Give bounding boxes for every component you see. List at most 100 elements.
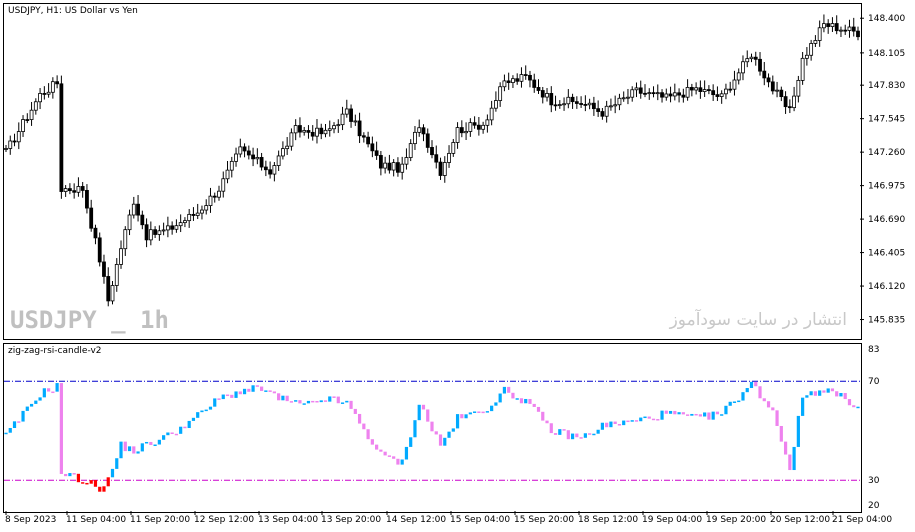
price-candle-body <box>357 120 362 137</box>
price-candle-body <box>787 106 792 109</box>
time-axis-label: 19 Sep 20:00 <box>706 515 767 525</box>
price-candle-body <box>523 74 528 76</box>
rsi-candle <box>749 381 754 389</box>
rsi-candle <box>247 388 251 392</box>
price-candle-body <box>600 111 605 117</box>
price-candle-body <box>596 108 601 112</box>
rsi-candle <box>76 473 81 483</box>
rsi-candle <box>549 423 553 434</box>
price-candle-body <box>229 160 234 171</box>
price-candle-body <box>579 103 583 105</box>
rsi-candle <box>213 398 217 407</box>
price-candle-body <box>413 131 417 145</box>
price-candle-body <box>4 148 8 150</box>
rsi-candle <box>421 404 426 410</box>
price-candle-body <box>847 26 852 31</box>
rsi-candle <box>813 391 817 396</box>
rsi-candle <box>383 451 387 456</box>
rsi-candle <box>622 420 626 426</box>
price-candle-body <box>779 89 784 98</box>
price-candle-body <box>672 92 677 97</box>
price-candle-body <box>519 74 524 82</box>
price-tick-label: 146.690 <box>868 215 905 225</box>
rsi-candle <box>42 388 46 398</box>
rsi-candle <box>123 441 127 452</box>
rsi-candle <box>502 386 507 394</box>
price-candle-body <box>285 145 290 150</box>
price-candle-body <box>46 91 51 95</box>
rsi-candle <box>298 400 302 404</box>
price-candle-body <box>430 147 434 156</box>
rsi-candle <box>225 394 230 397</box>
rsi-candle <box>490 405 494 412</box>
price-candle-body <box>583 104 588 106</box>
price-candle-body <box>255 157 260 160</box>
price-candle-body <box>80 186 85 191</box>
price-candle-body <box>161 229 166 232</box>
price-candle-body <box>8 140 13 149</box>
price-tick-label: 147.260 <box>868 148 905 158</box>
rsi-candle <box>728 401 732 406</box>
rsi-candle <box>170 432 174 434</box>
rsi-candle <box>230 394 234 398</box>
price-candle-body <box>647 92 652 95</box>
price-candle-body <box>332 125 336 130</box>
rsi-candle <box>336 396 340 404</box>
rsi-candle <box>460 414 464 419</box>
price-candle-body <box>630 89 635 98</box>
rsi-candle <box>277 393 281 401</box>
rsi-candle <box>315 400 319 403</box>
price-candle-body <box>306 130 311 133</box>
rsi-candle <box>51 391 55 394</box>
price-candle-body <box>85 190 89 209</box>
rsi-candle <box>221 394 225 400</box>
rsi-candle <box>183 426 187 429</box>
price-tick-label: 145.835 <box>868 316 905 326</box>
price-tick-label: 147.830 <box>868 81 905 91</box>
price-candle-body <box>327 128 332 131</box>
price-candle-body <box>242 146 247 152</box>
rsi-candle <box>29 403 34 407</box>
price-candle-body <box>677 92 681 96</box>
rsi-candle <box>260 386 264 391</box>
price-candle-body <box>481 124 486 130</box>
rsi-candle <box>144 441 149 444</box>
price-candle-body <box>119 248 123 265</box>
price-candle-body <box>144 224 149 241</box>
price-candle-body <box>549 93 554 106</box>
price-candle-body <box>528 74 532 81</box>
rsi-candle <box>588 433 592 435</box>
price-candle-body <box>476 124 481 130</box>
price-candle-body <box>310 131 315 137</box>
price-candle-body <box>378 155 383 169</box>
rsi-candle <box>21 410 25 422</box>
price-tick-label: 148.400 <box>868 14 905 24</box>
price-candle-body <box>502 80 507 88</box>
price-candle-body <box>383 162 388 169</box>
price-candle-body <box>68 188 72 192</box>
price-candle-body <box>792 95 796 109</box>
price-candle-body <box>353 120 358 123</box>
rsi-candle <box>268 390 272 392</box>
price-candle-body <box>289 132 294 147</box>
price-candle-body <box>225 169 230 180</box>
price-candle-body <box>25 119 30 121</box>
rsi-candle <box>630 420 634 422</box>
rsi-candle <box>473 411 477 413</box>
price-candle-body <box>766 77 771 83</box>
price-candle-body <box>711 90 716 96</box>
price-candle-body <box>59 83 64 192</box>
time-axis-label: 11 Sep 20:00 <box>130 515 191 525</box>
price-candle-body <box>293 125 298 134</box>
rsi-candle <box>826 388 830 393</box>
price-tick-label: 146.405 <box>868 249 905 259</box>
price-candle-body <box>758 58 762 72</box>
price-candle-body <box>668 93 673 97</box>
price-candle-body <box>387 162 392 171</box>
rsi-candle <box>477 411 481 413</box>
price-candle-body <box>540 90 545 98</box>
indicator-level-label: 70 <box>868 377 880 387</box>
rsi-candle <box>532 403 536 407</box>
rsi-candle <box>758 386 762 399</box>
price-candle-body <box>809 43 814 56</box>
